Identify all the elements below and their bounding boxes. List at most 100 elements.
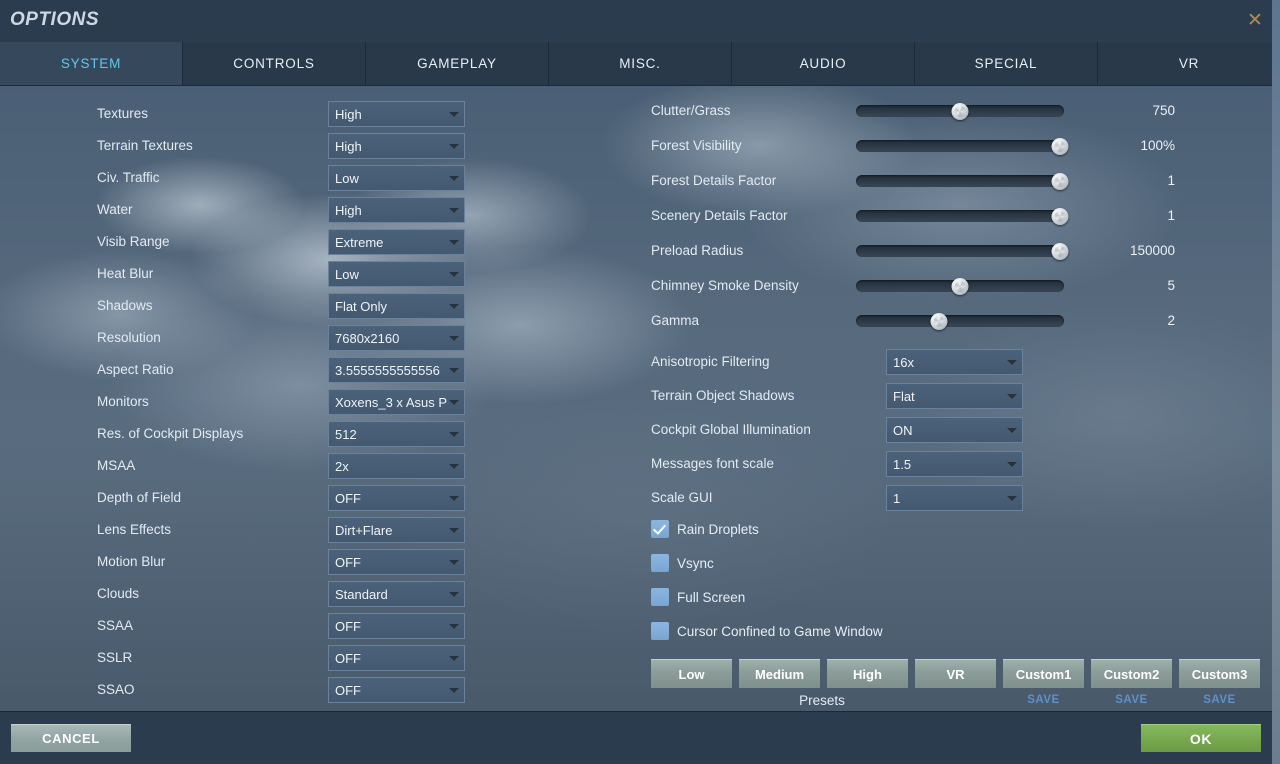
slider-chimney-smoke-density[interactable] [856, 280, 1064, 292]
tab-vr[interactable]: VR [1098, 42, 1280, 85]
slider-clutter-grass[interactable] [856, 105, 1064, 117]
slider-preload-radius[interactable] [856, 245, 1064, 257]
slider-handle[interactable] [952, 278, 969, 295]
preset-label: Custom1 [1016, 667, 1072, 682]
dropdown-value: OFF [329, 683, 448, 698]
preset-save-link-custom2[interactable]: SAVE [1091, 694, 1172, 710]
chevron-down-icon [448, 678, 464, 702]
checkbox-row[interactable]: Rain Droplets [651, 520, 951, 542]
slider-forest-details-factor[interactable] [856, 175, 1064, 187]
slider-handle[interactable] [1051, 138, 1068, 155]
preset-button-vr[interactable]: VR [915, 659, 996, 688]
dropdown-lens-effects[interactable]: Dirt+Flare [328, 517, 465, 543]
tab-controls[interactable]: CONTROLS [183, 42, 366, 85]
setting-label-ssaa: SSAA [97, 613, 133, 639]
tab-label: VR [1179, 56, 1199, 71]
dropdown-value: OFF [329, 555, 448, 570]
dropdown-motion-blur[interactable]: OFF [328, 549, 465, 575]
ok-button[interactable]: OK [1141, 724, 1261, 752]
dropdown-anisotropic-filtering[interactable]: 16x [886, 349, 1023, 375]
tab-misc[interactable]: MISC. [549, 42, 732, 85]
slider-row: Scenery Details Factor1 [0, 203, 1280, 229]
cancel-button[interactable]: CANCEL [11, 724, 131, 752]
footer-bar [0, 711, 1280, 764]
dropdown-cockpit-global-illumination[interactable]: ON [886, 417, 1023, 443]
slider-gamma[interactable] [856, 315, 1064, 327]
checkbox-label: Full Screen [677, 588, 745, 607]
dropdown-clouds[interactable]: Standard [328, 581, 465, 607]
preset-label: Low [679, 667, 705, 682]
tab-label: SYSTEM [61, 56, 121, 71]
checkbox-row[interactable]: Vsync [651, 554, 951, 576]
preset-button-custom3[interactable]: Custom3 [1179, 659, 1260, 688]
checkbox-rain-droplets[interactable] [651, 520, 669, 538]
slider-handle[interactable] [931, 313, 948, 330]
dropdown-messages-font-scale[interactable]: 1.5 [886, 451, 1023, 477]
dropdown-value: 1.5 [887, 457, 1006, 472]
preset-save-link-custom1[interactable]: SAVE [1003, 694, 1084, 710]
dropdown-value: 16x [887, 355, 1006, 370]
tab-gameplay[interactable]: GAMEPLAY [366, 42, 549, 85]
checkbox-full-screen[interactable] [651, 588, 669, 606]
chevron-down-icon [448, 646, 464, 670]
slider-label-preload-radius: Preload Radius [651, 238, 743, 264]
checkbox-row[interactable]: Full Screen [651, 588, 951, 610]
tab-label: AUDIO [800, 56, 847, 71]
settings-content: TexturesHighTerrain TexturesHighCiv. Tra… [0, 85, 1280, 712]
setting-label-lens-effects: Lens Effects [97, 517, 171, 543]
setting-row: Scale GUI 1 [0, 485, 1280, 511]
preset-save-link-custom3[interactable]: SAVE [1179, 694, 1260, 710]
setting-label-messages-font-scale: Messages font scale [651, 451, 774, 477]
dropdown-sslr[interactable]: OFF [328, 645, 465, 671]
dropdown-ssaa[interactable]: OFF [328, 613, 465, 639]
dropdown-value: 1 [887, 491, 1006, 506]
setting-label-sslr: SSLR [97, 645, 132, 671]
tab-system[interactable]: SYSTEM [0, 42, 183, 85]
chevron-down-icon [1006, 418, 1022, 442]
slider-value-scenery-details-factor: 1 [1085, 203, 1175, 229]
tab-label: MISC. [619, 56, 661, 71]
checkbox-row[interactable]: Cursor Confined to Game Window [651, 622, 951, 644]
checkbox-label: Rain Droplets [677, 520, 759, 539]
dropdown-scale-gui[interactable]: 1 [886, 485, 1023, 511]
preset-button-custom2[interactable]: Custom2 [1091, 659, 1172, 688]
slider-label-clutter-grass: Clutter/Grass [651, 98, 731, 124]
slider-label-forest-details-factor: Forest Details Factor [651, 168, 776, 194]
slider-handle[interactable] [1051, 173, 1068, 190]
slider-handle[interactable] [1051, 243, 1068, 260]
dropdown-ssao[interactable]: OFF [328, 677, 465, 703]
preset-button-custom1[interactable]: Custom1 [1003, 659, 1084, 688]
slider-handle[interactable] [1051, 208, 1068, 225]
dropdown-terrain-object-shadows[interactable]: Flat [886, 383, 1023, 409]
checkbox-cursor-confined-to-game-window[interactable] [651, 622, 669, 640]
slider-scenery-details-factor[interactable] [856, 210, 1064, 222]
chevron-down-icon [1006, 384, 1022, 408]
slider-label-forest-visibility: Forest Visibility [651, 133, 742, 159]
preset-label: Custom2 [1104, 667, 1160, 682]
checkbox-vsync[interactable] [651, 554, 669, 572]
tab-audio[interactable]: AUDIO [732, 42, 915, 85]
slider-value-chimney-smoke-density: 5 [1085, 273, 1175, 299]
preset-button-low[interactable]: Low [651, 659, 732, 688]
setting-row: CloudsStandard [0, 581, 480, 607]
tab-special[interactable]: SPECIAL [915, 42, 1098, 85]
setting-label-scale-gui: Scale GUI [651, 485, 713, 511]
setting-row: Anisotropic Filtering16x [0, 349, 1280, 375]
close-icon[interactable]: ✕ [1244, 11, 1266, 33]
dropdown-value: Dirt+Flare [329, 523, 448, 538]
slider-label-gamma: Gamma [651, 308, 699, 334]
preset-label: Custom3 [1192, 667, 1248, 682]
preset-button-high[interactable]: High [827, 659, 908, 688]
tab-label: GAMEPLAY [417, 56, 497, 71]
preset-button-medium[interactable]: Medium [739, 659, 820, 688]
dropdown-value: OFF [329, 651, 448, 666]
slider-row: Forest Details Factor1 [0, 168, 1280, 194]
setting-row: Cockpit Global IlluminationON [0, 417, 1280, 443]
slider-row: Preload Radius 150000 [0, 238, 1280, 264]
slider-handle[interactable] [952, 103, 969, 120]
chevron-down-icon [448, 518, 464, 542]
slider-forest-visibility[interactable] [856, 140, 1064, 152]
slider-label-chimney-smoke-density: Chimney Smoke Density [651, 273, 799, 299]
slider-value-preload-radius: 150000 [1085, 238, 1175, 264]
setting-row: Lens Effects Dirt+Flare [0, 517, 480, 543]
